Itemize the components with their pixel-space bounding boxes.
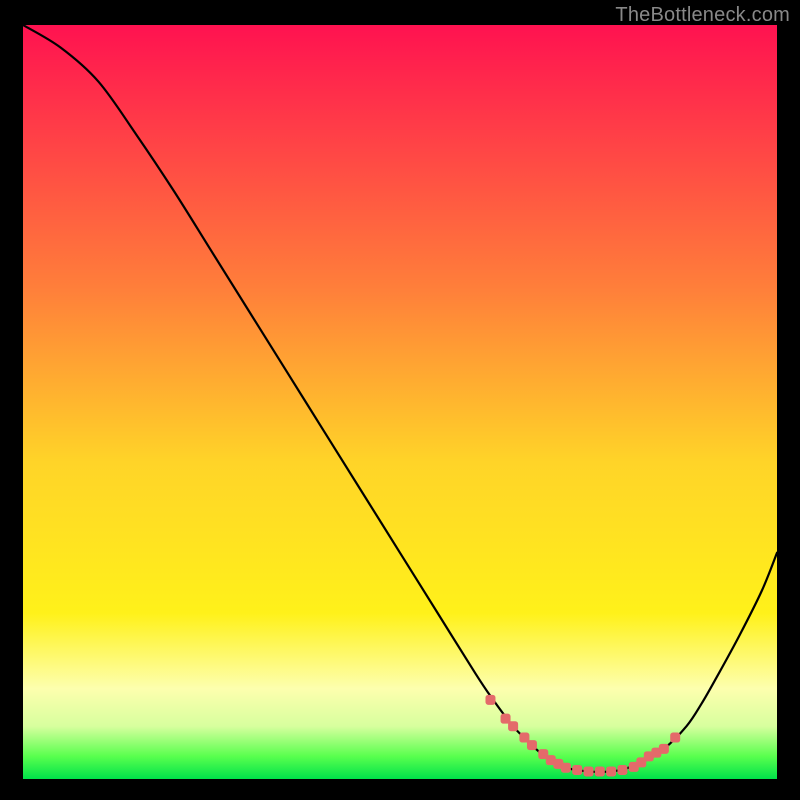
marker-point [607,767,616,776]
gradient-background [23,25,777,779]
chart-frame: TheBottleneck.com [0,0,800,800]
watermark-label: TheBottleneck.com [615,4,790,27]
marker-point [501,714,510,723]
plot-area [23,25,777,779]
marker-point [659,744,668,753]
marker-point [595,767,604,776]
marker-point [509,722,518,731]
marker-point [486,695,495,704]
marker-point [671,733,680,742]
marker-point [573,765,582,774]
marker-point [520,733,529,742]
bottleneck-chart [23,25,777,779]
marker-point [527,741,536,750]
marker-point [561,763,570,772]
marker-point [618,765,627,774]
marker-point [584,767,593,776]
